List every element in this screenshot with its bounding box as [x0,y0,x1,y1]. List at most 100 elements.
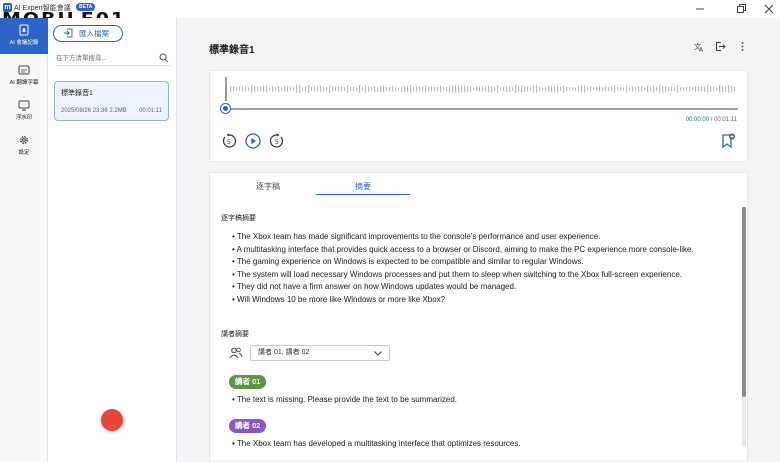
progress-track[interactable] [224,108,738,110]
waveform-bar [563,85,565,93]
recording-duration: 00:01:11 [139,108,162,114]
rail-item-watermark[interactable]: 浮水印 [0,93,48,129]
waveform-bar [512,87,514,91]
waveform-bar [527,86,529,92]
waveform-bar [707,85,709,93]
waveform-bar [362,86,364,92]
search-input[interactable] [56,52,156,65]
waveform-bar [317,86,319,92]
scrollbar-thumb[interactable] [742,207,746,397]
waveform-bar [686,87,688,91]
waveform-bar [536,85,538,93]
rail-item-subtitles[interactable]: AI 翻譯字幕 [0,58,48,94]
waveform-bar [335,86,337,92]
rail-item-meeting-notes[interactable]: AI 會議記錄 [0,18,48,54]
waveform-bar [380,85,382,93]
waveform-bar [668,86,670,92]
summary-bullet: The Xbox team has made significant impro… [232,231,732,244]
summary-bullet-list: The Xbox team has made significant impro… [232,231,732,307]
waveform-bar [710,86,712,92]
search-box [56,52,171,66]
speaker-badge: 講者 01 [229,375,267,389]
waveform-bar [611,86,613,92]
waveform-bar [677,85,679,93]
bookmark-add-icon[interactable] [720,133,736,149]
waveform-bar [695,85,697,93]
waveform-bar [461,85,463,93]
waveform-bar [500,87,502,91]
waveform-bar [371,86,373,92]
waveform-bar [692,87,694,91]
tab-transcript[interactable]: 逐字稿 [221,181,315,195]
audio-player: 00:00:00 / 00:01:11 5 5 [209,70,748,162]
recording-meta: 2025/08/26 23:36 2.2MB [61,108,127,114]
people-icon [229,347,243,359]
waveform-bar [446,86,448,92]
main-header: 標準錄音1 文A [177,18,780,70]
minimize-icon[interactable] [693,2,707,16]
svg-text:5: 5 [227,139,231,146]
summary-bullet: A multitasking interface that provides q… [232,244,732,257]
tab-summary[interactable]: 摘要 [316,181,410,195]
waveform-bar [665,85,667,93]
speaker-summary-text: • The Xbox team has developed a multitas… [232,439,521,448]
waveform-bar [434,86,436,92]
more-vertical-icon[interactable] [737,41,748,52]
waveform-bar [242,86,244,92]
import-file-button[interactable]: 匯入檔案 [53,25,123,42]
waveform-bar [533,85,535,93]
waveform-bar [374,85,376,93]
waveform-bar [251,85,253,93]
scrollbar[interactable] [742,207,746,447]
waveform-bar [431,86,433,92]
waveform-bar [575,87,577,91]
waveform-bar [488,85,490,93]
subtitles-icon [18,65,30,75]
translate-icon[interactable]: 文A [694,41,705,52]
record-button[interactable] [101,409,123,431]
waveform-bar [455,85,457,93]
transcript-summary-heading: 逐字稿摘要 [221,215,256,222]
waveform-bar [626,85,628,93]
play-icon[interactable] [245,133,261,149]
waveform-bar [542,87,544,91]
search-icon[interactable] [159,53,169,63]
waveform-bar [260,86,262,92]
waveform-bar [326,87,328,91]
progress-knob[interactable] [221,104,230,113]
waveform-bar [587,87,589,91]
speaker-summary-heading: 講者摘要 [221,331,249,338]
rewind-5-icon[interactable]: 5 [221,133,237,149]
rail-item-label: 設定 [18,150,30,156]
close-icon[interactable] [762,2,776,16]
speaker-select[interactable]: 講者 01, 講者 02 [250,345,390,361]
waveform-bar [659,85,661,93]
waveform-bar [698,86,700,92]
waveform-bar [470,86,472,92]
waveform-bar [569,87,571,91]
waveform-bar [425,85,427,93]
waveform-bar [281,87,283,91]
waveform-bar [596,86,598,92]
waveform-bar [554,85,556,93]
waveform[interactable] [224,77,738,101]
left-rail: AI 會議記錄 AI 翻譯字幕 浮水印 設定 [0,18,48,462]
document-mic-icon [19,24,29,36]
waveform-bar [233,86,235,92]
recording-list-item[interactable]: 標準錄音1 2025/08/26 23:36 2.2MB 00:01:11 [54,81,169,121]
waveform-bar [503,86,505,92]
restore-icon[interactable] [734,2,748,16]
waveform-bar [386,87,388,91]
waveform-bar [473,87,475,91]
rail-item-settings[interactable]: 設定 [0,128,48,164]
waveform-bar [635,87,637,91]
waveform-bar [608,86,610,92]
chevron-down-icon [374,351,382,356]
waveform-bar [365,85,367,93]
forward-5-icon[interactable]: 5 [269,133,285,149]
waveform-bar [704,86,706,92]
waveform-bar [338,86,340,92]
export-icon[interactable] [715,41,726,52]
speaker-badge: 講者 02 [229,419,267,433]
waveform-bar [290,87,292,91]
